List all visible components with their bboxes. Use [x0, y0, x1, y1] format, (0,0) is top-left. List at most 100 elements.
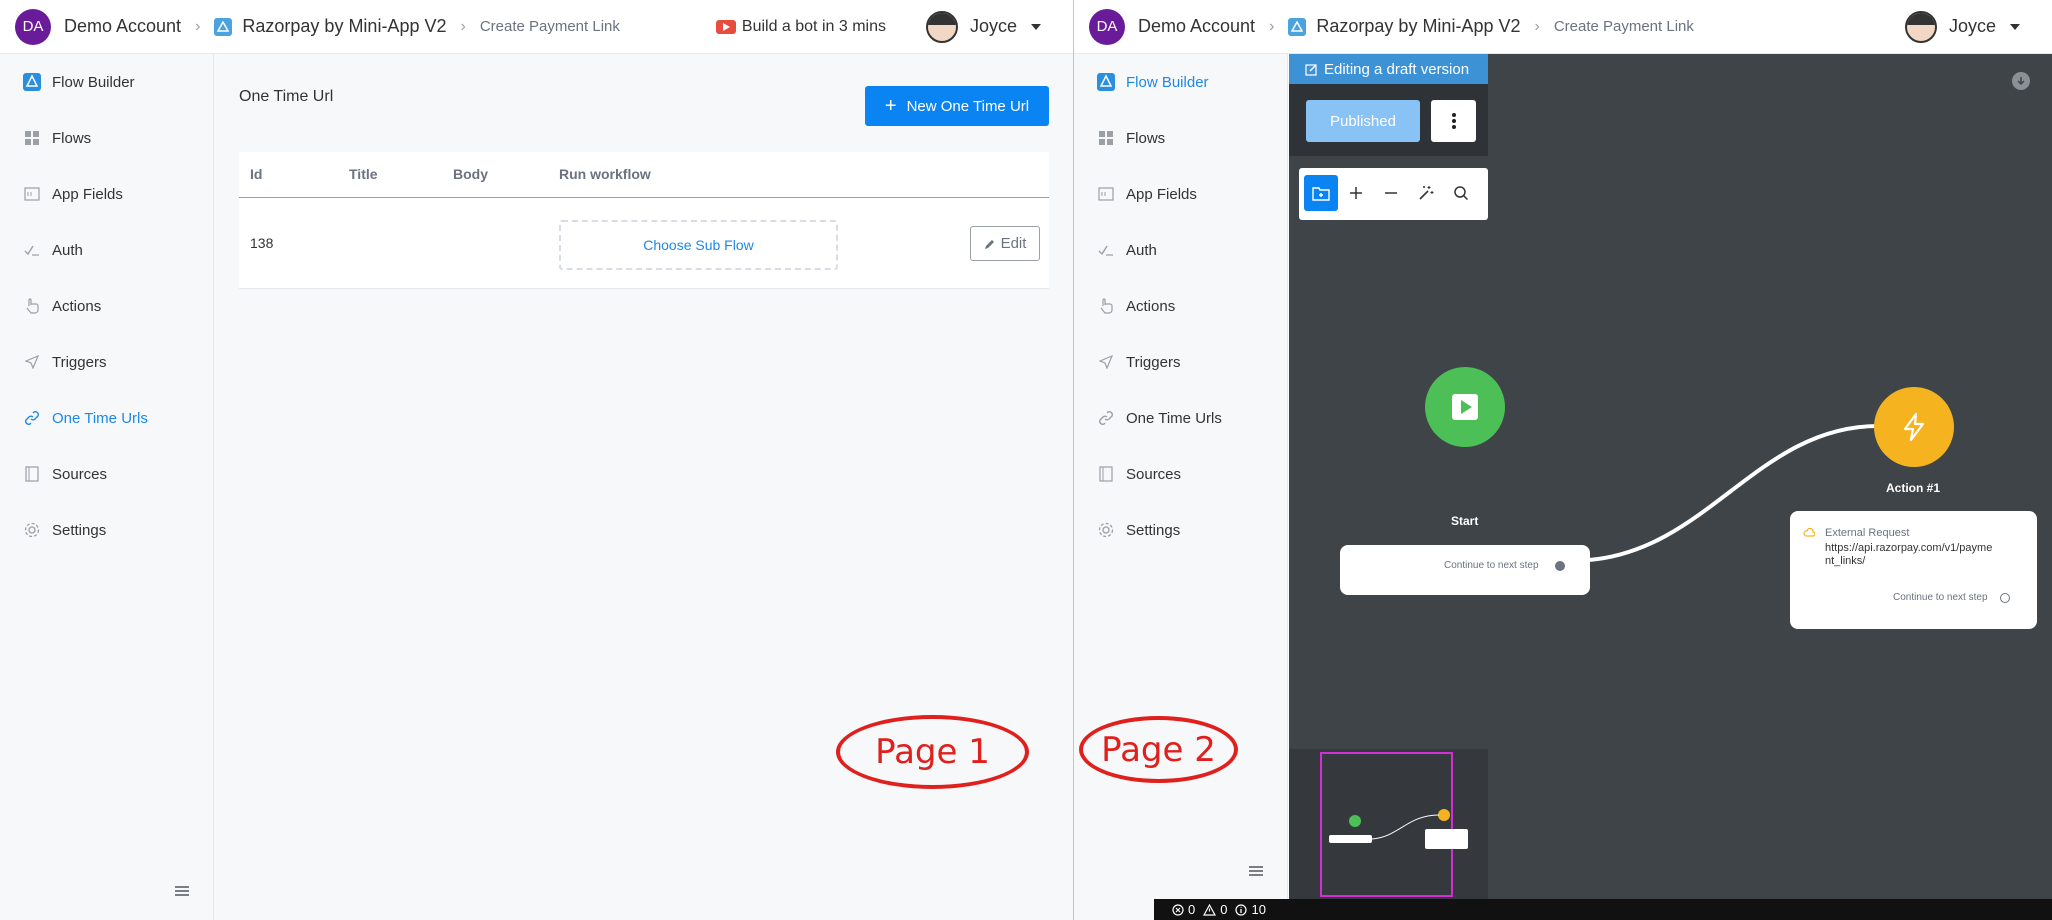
action-url: https://api.razorpay.com/v1/payment_link… [1825, 542, 1993, 567]
promo-label: Build a bot in 3 mins [741, 17, 886, 35]
warnings-indicator[interactable]: 0 [1203, 902, 1227, 917]
sidebar-item-triggers[interactable]: Triggers [1074, 342, 1287, 382]
auth-icon [1096, 240, 1116, 260]
book-icon [1096, 464, 1116, 484]
tool-add-folder[interactable] [1304, 175, 1338, 211]
continue-label: Continue to next step [1444, 560, 1539, 571]
tool-search[interactable] [1444, 175, 1478, 211]
caret-down-icon [2010, 23, 2020, 30]
warnings-count: 0 [1220, 902, 1228, 917]
sidebar-item-auth[interactable]: Auth [1074, 230, 1287, 270]
sidebar-item-label: One Time Urls [52, 409, 148, 427]
output-port[interactable] [2000, 593, 2010, 603]
menu-toggle-icon[interactable] [1249, 866, 1263, 876]
minimap-preview [1329, 809, 1468, 849]
more-options-button[interactable] [1431, 100, 1476, 142]
published-button[interactable]: Published [1306, 100, 1420, 142]
download-icon[interactable] [2012, 72, 2030, 90]
search-icon [1454, 186, 1469, 201]
output-port[interactable] [1555, 561, 1565, 571]
sidebar-item-sources[interactable]: Sources [1074, 454, 1287, 494]
chevron-right-icon: › [460, 17, 466, 35]
sidebar-item-flow-builder[interactable]: Flow Builder [0, 62, 213, 102]
plus-icon: + [884, 95, 897, 117]
draft-banner-label: Editing a draft version [1324, 60, 1470, 78]
info-indicator[interactable]: 10 [1235, 902, 1266, 917]
hand-pointer-icon [22, 296, 42, 316]
auth-icon [22, 240, 42, 260]
sidebar-item-label: Sources [52, 465, 108, 483]
page1-window: DA Demo Account › Razorpay by Mini-App V… [0, 0, 1073, 920]
row-divider [239, 288, 1049, 289]
book-icon [22, 464, 42, 484]
user-name: Joyce [969, 16, 1017, 36]
sidebar-item-label: Settings [52, 521, 107, 539]
sidebar-item-flows[interactable]: Flows [1074, 118, 1287, 158]
choose-sub-flow-button[interactable]: Choose Sub Flow [559, 220, 838, 270]
sidebar-item-label: One Time Urls [1126, 409, 1222, 427]
edit-button[interactable]: Edit [970, 226, 1040, 261]
youtube-icon [715, 19, 736, 34]
new-one-time-url-button[interactable]: + New One Time Url [865, 86, 1049, 126]
flow-builder-icon [1096, 72, 1116, 92]
edit-label: Edit [1000, 235, 1027, 252]
column-header[interactable]: Title [349, 166, 378, 182]
user-avatar [1904, 10, 1937, 43]
sidebar-item-one-time-urls[interactable]: One Time Urls [1074, 398, 1287, 438]
column-header[interactable]: Body [453, 166, 488, 182]
action-node-card[interactable]: External Request https://api.razorpay.co… [1790, 511, 2037, 629]
column-header[interactable]: Run workflow [559, 166, 651, 182]
sidebar-item-label: App Fields [1126, 185, 1197, 203]
account-avatar[interactable]: DA [15, 8, 51, 45]
tool-zoom-in[interactable] [1339, 175, 1373, 211]
column-header[interactable]: Id [250, 166, 262, 182]
start-node-label: Start [1451, 514, 1479, 528]
folder-plus-icon [1312, 187, 1330, 201]
sidebar-item-flow-builder[interactable]: Flow Builder [1074, 62, 1287, 102]
menu-toggle-icon[interactable] [175, 886, 189, 896]
continue-label: Continue to next step [1893, 592, 1988, 603]
sidebar-item-flows[interactable]: Flows [0, 118, 213, 158]
sidebar-item-label: Auth [52, 241, 83, 259]
sidebar-item-app-fields[interactable]: App Fields [1074, 174, 1287, 214]
action-node[interactable] [1874, 387, 1954, 467]
app-icon [1288, 17, 1307, 36]
start-node[interactable] [1425, 367, 1505, 447]
vertical-dots-icon [1451, 119, 1456, 123]
send-icon [1096, 352, 1116, 372]
account-name[interactable]: Demo Account [64, 16, 181, 37]
action-node-label: Action #1 [1886, 481, 1941, 495]
sidebar-item-label: Actions [52, 297, 102, 315]
sidebar: Flow Builder Flows App Fields Auth Actio… [0, 54, 214, 920]
sidebar-item-actions[interactable]: Actions [0, 286, 213, 326]
sidebar-item-actions[interactable]: Actions [1074, 286, 1287, 326]
start-node-card[interactable]: Continue to next step [1340, 545, 1590, 595]
promo-link[interactable]: Build a bot in 3 mins [715, 17, 886, 36]
sidebar-item-label: Flows [1126, 129, 1166, 147]
minimap[interactable] [1289, 749, 1488, 899]
grid-icon [1096, 128, 1116, 148]
breadcrumb-current: Create Payment Link [479, 18, 620, 35]
play-icon [1452, 394, 1478, 420]
sidebar-item-triggers[interactable]: Triggers [0, 342, 213, 382]
sidebar-item-one-time-urls[interactable]: One Time Urls [0, 398, 213, 438]
pencil-icon [984, 239, 994, 249]
tool-auto-layout[interactable] [1409, 175, 1443, 211]
errors-count: 0 [1188, 902, 1196, 917]
sidebar-item-auth[interactable]: Auth [0, 230, 213, 270]
errors-indicator[interactable]: 0 [1172, 902, 1195, 917]
top-header: DA Demo Account › Razorpay by Mini-App V… [1074, 0, 2052, 54]
sidebar: Flow Builder Flows App Fields Auth Actio… [1074, 54, 1288, 920]
account-avatar[interactable]: DA [1089, 8, 1125, 45]
sidebar-item-settings[interactable]: Settings [1074, 510, 1287, 550]
user-menu[interactable]: Joyce [1904, 10, 2020, 43]
app-name[interactable]: Razorpay by Mini-App V2 [1316, 16, 1520, 37]
account-name[interactable]: Demo Account [1138, 16, 1255, 37]
sidebar-item-settings[interactable]: Settings [0, 510, 213, 550]
tool-zoom-out[interactable] [1374, 175, 1408, 211]
user-menu[interactable]: Joyce [925, 10, 1041, 43]
chevron-right-icon: › [1534, 17, 1540, 35]
sidebar-item-app-fields[interactable]: App Fields [0, 174, 213, 214]
app-name[interactable]: Razorpay by Mini-App V2 [242, 16, 446, 37]
sidebar-item-sources[interactable]: Sources [0, 454, 213, 494]
